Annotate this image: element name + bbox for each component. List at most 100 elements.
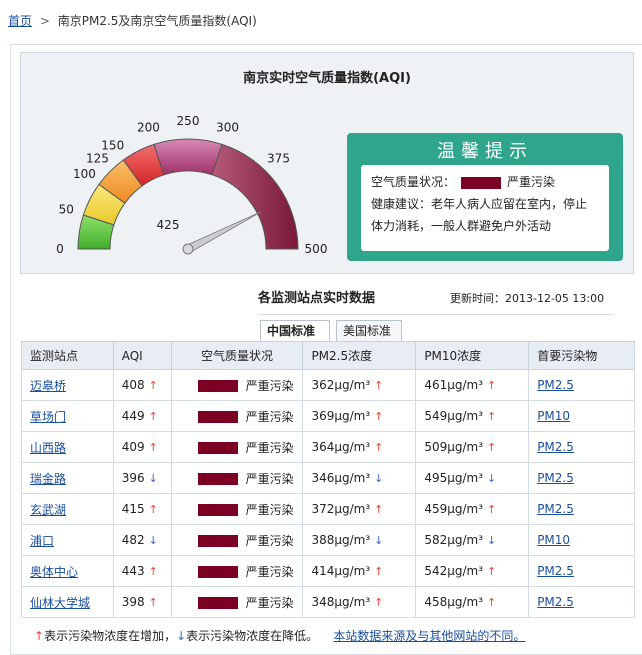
pm25-cell: 388μg/m³ ↓	[302, 524, 417, 556]
station-link[interactable]: 仙林大学城	[30, 596, 90, 610]
col-header-aqi: AQI	[112, 341, 172, 370]
tip-status-line: 空气质量状况： 严重污染	[371, 171, 599, 193]
gauge-needle	[182, 211, 262, 255]
status-text: 严重污染	[245, 502, 294, 517]
pm10-value: 495μg/m³	[424, 471, 484, 485]
pm10-value: 549μg/m³	[424, 409, 484, 423]
gauge-tick-label: 500	[305, 242, 328, 256]
pm25-value: 364μg/m³	[311, 440, 371, 454]
health-tip-box: 温馨提示 空气质量状况： 严重污染 健康建议：老年人病人应留在室内，停止体力消耗，…	[347, 133, 623, 261]
primary-cell: PM2.5	[528, 462, 635, 494]
down-arrow-icon: ↓	[176, 629, 187, 643]
down-arrow-icon: ↓	[487, 472, 497, 485]
pm10-cell: 542μg/m³ ↑	[415, 555, 530, 587]
station-link[interactable]: 山西路	[30, 441, 66, 455]
pm10-value: 542μg/m³	[424, 564, 484, 578]
down-arrow-icon: ↓	[148, 534, 158, 547]
station-link[interactable]: 迈皋桥	[30, 379, 66, 393]
table-row: 浦口 482 ↓ 严重污染 388μg/m³ ↓ 582μg/m³ ↓ PM10	[21, 524, 635, 556]
up-arrow-icon: ↑	[487, 596, 497, 609]
primary-pollutant-link[interactable]: PM2.5	[537, 595, 574, 609]
tip-advice-label: 健康建议：	[371, 197, 432, 211]
pm25-cell: 364μg/m³ ↑	[302, 431, 417, 463]
aqi-value: 408	[121, 378, 145, 392]
primary-pollutant-link[interactable]: PM2.5	[537, 440, 574, 454]
station-link[interactable]: 奥体中心	[30, 565, 78, 579]
primary-pollutant-link[interactable]: PM2.5	[537, 564, 574, 578]
up-arrow-icon: ↑	[148, 441, 158, 454]
status-cell: 严重污染	[170, 493, 304, 525]
station-link[interactable]: 浦口	[30, 534, 54, 548]
aqi-cell: 398 ↑	[112, 586, 172, 618]
pm25-value: 414μg/m³	[311, 564, 371, 578]
aqi-value: 398	[121, 595, 145, 609]
tip-header: 温馨提示	[437, 141, 533, 162]
status-cell: 严重污染	[170, 431, 304, 463]
primary-cell: PM10	[528, 400, 635, 432]
table-row: 瑞金路 396 ↓ 严重污染 346μg/m³ ↓ 495μg/m³ ↓ PM2.5	[21, 462, 635, 494]
tab-us-standard[interactable]: 美国标准	[336, 320, 402, 342]
pm25-value: 362μg/m³	[311, 378, 371, 392]
primary-cell: PM2.5	[528, 555, 635, 587]
col-header-status: 空气质量状况	[170, 341, 304, 370]
station-cell: 草场门	[21, 400, 114, 432]
data-source-link[interactable]: 本站数据来源及与其他网站的不同。	[333, 629, 525, 643]
primary-cell: PM2.5	[528, 493, 635, 525]
primary-pollutant-link[interactable]: PM10	[537, 409, 570, 423]
gauge-tick-label: 250	[177, 114, 200, 128]
up-arrow-icon: ↑	[487, 410, 497, 423]
status-text: 严重污染	[245, 378, 294, 393]
gauge-tick-label: 125	[86, 151, 109, 165]
status-cell: 严重污染	[170, 555, 304, 587]
station-link[interactable]: 玄武湖	[30, 503, 66, 517]
aqi-value: 443	[121, 564, 145, 578]
pm10-value: 509μg/m³	[424, 440, 484, 454]
breadcrumb-home-link[interactable]: 首页	[8, 14, 32, 28]
gauge-tick-label: 375	[267, 151, 290, 165]
primary-cell: PM10	[528, 524, 635, 556]
gauge-tick-label: 100	[73, 167, 96, 181]
down-arrow-icon: ↓	[148, 472, 158, 485]
pm10-value: 458μg/m³	[424, 595, 484, 609]
status-cell: 严重污染	[170, 462, 304, 494]
down-arrow-icon: ↓	[374, 472, 384, 485]
station-link[interactable]: 瑞金路	[30, 472, 66, 486]
gauge-value-label: 425	[157, 218, 180, 232]
up-arrow-icon: ↑	[34, 629, 45, 643]
up-arrow-icon: ↑	[148, 503, 158, 516]
pm25-value: 346μg/m³	[311, 471, 371, 485]
col-header-pm10: PM10浓度	[415, 341, 530, 370]
primary-pollutant-link[interactable]: PM10	[537, 533, 570, 547]
status-text: 严重污染	[245, 533, 294, 548]
primary-pollutant-link[interactable]: PM2.5	[537, 471, 574, 485]
pm25-cell: 372μg/m³ ↑	[302, 493, 417, 525]
breadcrumb-separator: >	[39, 14, 50, 28]
col-header-primary: 首要污染物	[528, 341, 635, 370]
status-swatch	[197, 442, 238, 454]
col-header-pm25: PM2.5浓度	[302, 341, 417, 370]
status-text: 严重污染	[245, 471, 294, 486]
gauge-tick-label: 300	[216, 120, 239, 134]
pm10-value: 582μg/m³	[424, 533, 484, 547]
table-row: 玄武湖 415 ↑ 严重污染 372μg/m³ ↑ 459μg/m³ ↑ PM2.5	[21, 493, 635, 525]
primary-pollutant-link[interactable]: PM2.5	[537, 502, 574, 516]
tip-status-text: 严重污染	[507, 175, 556, 189]
tab-china-standard[interactable]: 中国标准	[260, 320, 330, 342]
up-arrow-icon: ↑	[487, 565, 497, 578]
pm10-cell: 582μg/m³ ↓	[415, 524, 530, 556]
pm25-cell: 346μg/m³ ↓	[302, 462, 417, 494]
aqi-gauge-panel: 南京实时空气质量指数(AQI) 0 50 100 125 150 200 250 300 375…	[20, 52, 634, 274]
table-row: 奥体中心 443 ↑ 严重污染 414μg/m³ ↑ 542μg/m³ ↑ PM2.5	[21, 555, 635, 587]
aqi-value: 396	[121, 471, 145, 485]
station-link[interactable]: 草场门	[30, 410, 66, 424]
aqi-value: 415	[121, 502, 145, 516]
gauge-band	[153, 138, 223, 176]
pm10-cell: 509μg/m³ ↑	[415, 431, 530, 463]
update-time-label: 更新时间：	[450, 292, 505, 305]
status-swatch	[197, 411, 238, 423]
primary-pollutant-link[interactable]: PM2.5	[537, 378, 574, 392]
trend-legend: ↑表示污染物浓度在增加，↓表示污染物浓度在降低。 本站数据来源及与其他网站的不同…	[34, 627, 525, 644]
up-arrow-icon: ↑	[148, 379, 158, 392]
pm25-value: 372μg/m³	[311, 502, 371, 516]
legend-up-text: 表示污染物浓度在增加，	[44, 629, 177, 643]
